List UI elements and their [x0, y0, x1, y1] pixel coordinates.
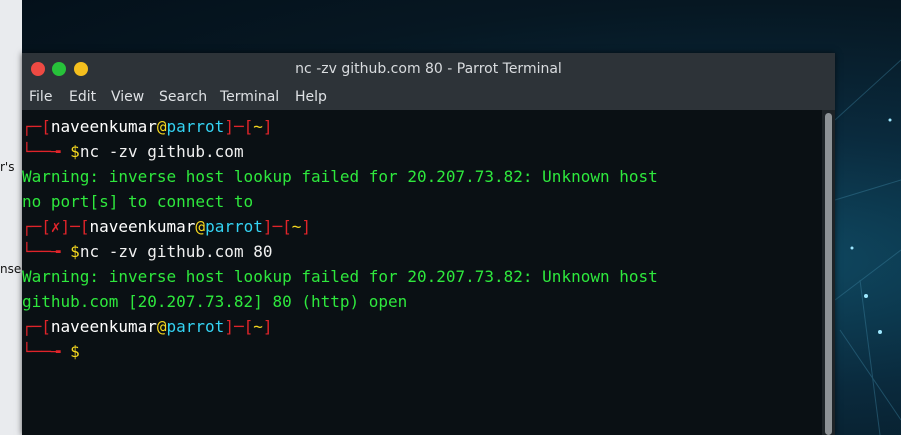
desktop-left-strip: [0, 0, 22, 435]
menu-file[interactable]: File: [29, 89, 52, 105]
terminal-window: nc -zv github.com 80 - Parrot Terminal F…: [22, 53, 835, 435]
menu-bar: File Edit View Search Terminal Help: [22, 86, 835, 110]
scrollbar-thumb[interactable]: [825, 113, 832, 435]
prompt-line: ┌─[naveenkumar@parrot]─[~]: [22, 117, 273, 136]
terminal-scrollbar[interactable]: [822, 110, 835, 435]
output-line: Warning: inverse host lookup failed for …: [22, 167, 658, 186]
window-title: nc -zv github.com 80 - Parrot Terminal: [295, 61, 562, 77]
menu-help[interactable]: Help: [295, 89, 327, 105]
menu-search[interactable]: Search: [159, 89, 207, 105]
command-line: └──╼ $nc -zv github.com 80: [22, 242, 273, 261]
output-line: github.com [20.207.73.82] 80 (http) open: [22, 292, 408, 311]
menu-terminal[interactable]: Terminal: [220, 89, 279, 105]
command-line: └──╼ $: [22, 339, 90, 364]
prompt-line: ┌─[✗]─[naveenkumar@parrot]─[~]: [22, 217, 312, 236]
prompt-line: ┌─[naveenkumar@parrot]─[~]: [22, 317, 273, 336]
output-line: no port[s] to connect to: [22, 192, 254, 211]
command-line: └──╼ $nc -zv github.com: [22, 142, 244, 161]
terminal-output[interactable]: ┌─[naveenkumar@parrot]─[~] └──╼ $nc -zv …: [22, 110, 822, 435]
menu-edit[interactable]: Edit: [69, 89, 96, 105]
output-line: Warning: inverse host lookup failed for …: [22, 267, 658, 286]
terminal-cursor: [80, 344, 90, 362]
desktop-text-fragment: r's: [0, 160, 15, 174]
desktop-text-fragment: nse: [0, 262, 22, 276]
title-bar[interactable]: nc -zv github.com 80 - Parrot Terminal: [22, 53, 835, 86]
menu-view[interactable]: View: [111, 89, 144, 105]
